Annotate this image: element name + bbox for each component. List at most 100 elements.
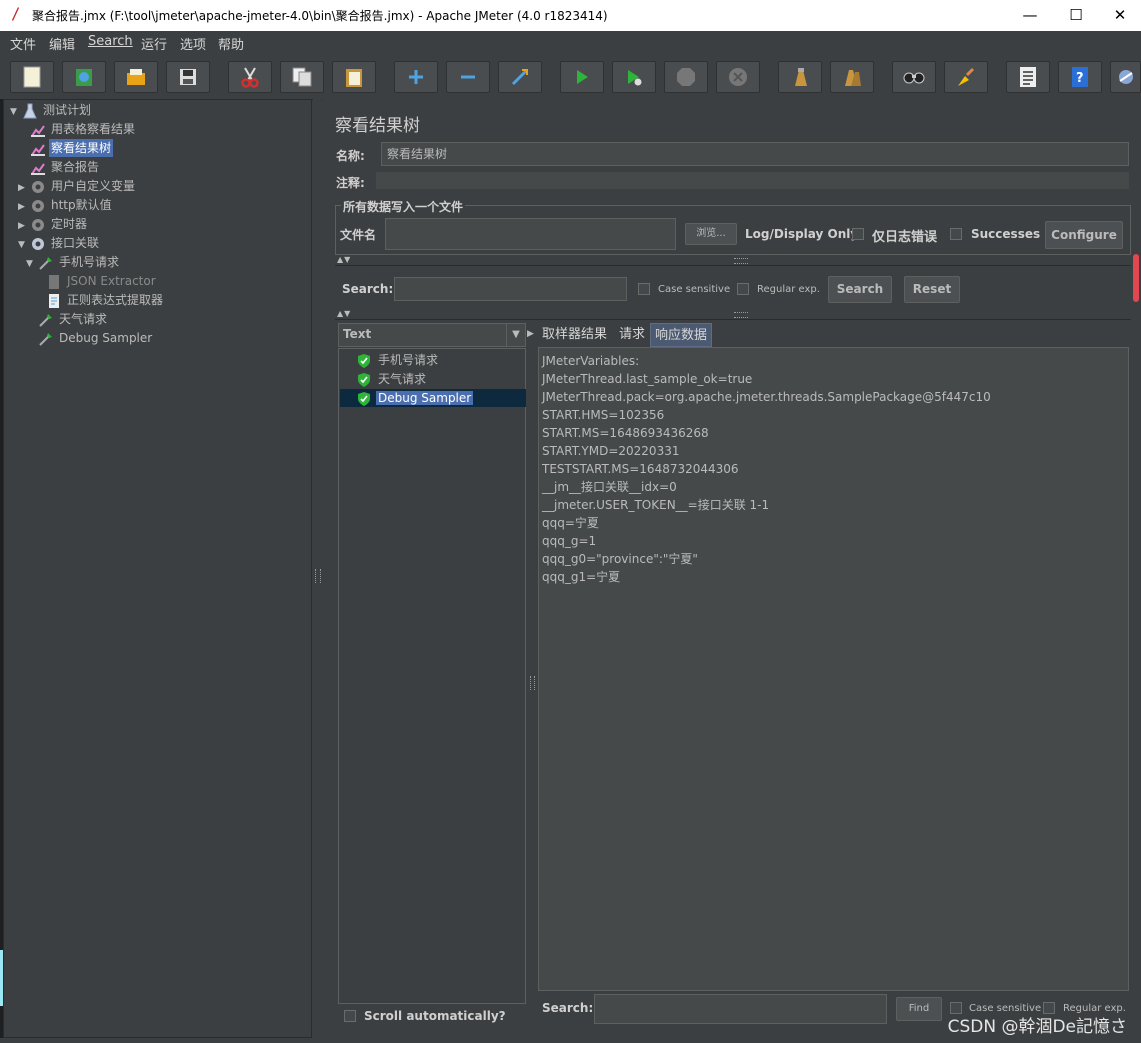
scroll-indicator[interactable]: [1133, 254, 1139, 302]
result-item[interactable]: 天气请求: [357, 370, 428, 388]
main-splitter[interactable]: [313, 99, 321, 1038]
clear-button[interactable]: [778, 61, 822, 93]
help-button[interactable]: ?: [1058, 61, 1102, 93]
paste-button[interactable]: [332, 61, 376, 93]
tree-node-aggregate-report[interactable]: 聚合报告: [30, 158, 101, 176]
expand-arrow-icon[interactable]: ▶: [527, 329, 534, 339]
errors-only-label: 仅日志错误: [872, 230, 938, 245]
response-line: START.MS=1648693436268: [542, 426, 709, 440]
clear-icon: [795, 68, 807, 86]
response-line: START.HMS=102356: [542, 408, 665, 422]
menu-edit[interactable]: 编辑: [49, 34, 75, 53]
scroll-auto-checkbox[interactable]: [344, 1010, 356, 1022]
collapse-arrow-icon[interactable]: ▼: [26, 255, 38, 273]
split-grip-icon[interactable]: [734, 258, 748, 264]
start-button[interactable]: [560, 61, 604, 93]
menu-file[interactable]: 文件: [10, 34, 36, 53]
regex-checkbox[interactable]: [737, 283, 749, 295]
search-input[interactable]: [394, 277, 627, 301]
search-button-toolbar[interactable]: [892, 61, 936, 93]
scroll-auto-label: Scroll automatically?: [364, 1009, 506, 1023]
tree-node-debug-sampler[interactable]: Debug Sampler: [38, 329, 154, 347]
tab-sampler-result[interactable]: 取样器结果: [538, 323, 611, 347]
expand-all-button[interactable]: [394, 61, 438, 93]
errors-only-checkbox[interactable]: [852, 228, 864, 240]
result-item[interactable]: 手机号请求: [357, 351, 440, 369]
tree-node-timer[interactable]: ▶ 定时器: [18, 215, 89, 233]
split-arrows-icon[interactable]: ▲▼: [337, 255, 351, 264]
tree-node-json-extractor[interactable]: JSON Extractor: [46, 272, 158, 290]
result-item-selected[interactable]: Debug Sampler: [340, 389, 526, 407]
reset-search-button[interactable]: [944, 61, 988, 93]
open-button[interactable]: [114, 61, 158, 93]
filename-label: 文件名: [340, 228, 377, 242]
templates-button[interactable]: [62, 61, 106, 93]
tree-node-view-results-in-table[interactable]: 用表格察看结果: [30, 120, 137, 138]
maximize-button[interactable]: ☐: [1053, 0, 1099, 31]
expand-icon: [409, 70, 423, 84]
remote-start-button[interactable]: [1110, 61, 1141, 93]
configure-button[interactable]: Configure: [1045, 221, 1123, 249]
comment-field[interactable]: [376, 172, 1129, 189]
close-button[interactable]: ✕: [1097, 0, 1141, 31]
tab-response-data[interactable]: 响应数据: [650, 323, 713, 347]
tree-node-interface-association[interactable]: ▼ 接口关联: [18, 234, 101, 252]
tab-request[interactable]: 请求: [615, 323, 649, 347]
name-field[interactable]: 察看结果树: [381, 142, 1129, 166]
response-search-input[interactable]: [594, 994, 887, 1024]
expand-arrow-icon[interactable]: ▶: [18, 179, 30, 197]
expand-arrow-icon[interactable]: ▶: [18, 198, 30, 216]
response-data-text[interactable]: JMeterVariables: JMeterThread.last_sampl…: [538, 347, 1129, 991]
splitter-grip-icon: [530, 676, 535, 690]
tree-node-user-defined-variables[interactable]: ▶ 用户自定义变量: [18, 177, 137, 195]
menu-search[interactable]: Search: [88, 34, 133, 49]
start-icon: [577, 70, 588, 84]
shutdown-button[interactable]: [716, 61, 760, 93]
window-title: 聚合报告.jmx (F:\tool\jmeter\apache-jmeter-4…: [32, 9, 608, 23]
sample-result-list: 手机号请求 天气请求 Debug Sampler: [338, 348, 526, 1004]
menu-run[interactable]: 运行: [141, 34, 167, 53]
toggle-button[interactable]: [498, 61, 542, 93]
renderer-select[interactable]: Text ▼: [338, 323, 526, 347]
results-splitter[interactable]: [527, 348, 537, 1004]
copy-button[interactable]: [280, 61, 324, 93]
splitter-grip-icon: [315, 569, 321, 583]
tree-node-test-plan[interactable]: ▼ 测试计划: [10, 101, 93, 119]
stop-button[interactable]: [664, 61, 708, 93]
collapse-all-button[interactable]: [446, 61, 490, 93]
case-sensitive-checkbox[interactable]: [638, 283, 650, 295]
successes-checkbox[interactable]: [950, 228, 962, 240]
tree-label: 手机号请求: [59, 255, 120, 269]
tree-node-regex-extractor[interactable]: 正则表达式提取器: [46, 291, 165, 309]
filename-input[interactable]: [385, 218, 676, 250]
search-button[interactable]: Search: [828, 276, 892, 303]
start-no-pauses-button[interactable]: [612, 61, 656, 93]
cut-button[interactable]: [228, 61, 272, 93]
response-line: JMeterVariables:: [542, 354, 640, 368]
gear-icon: [32, 180, 44, 193]
collapse-arrow-icon[interactable]: ▼: [10, 103, 22, 121]
tree-node-phone-request[interactable]: ▼ 手机号请求: [26, 253, 121, 271]
sampler-icon: [39, 332, 52, 346]
chevron-down-icon[interactable]: ▼: [506, 324, 525, 346]
menu-help[interactable]: 帮助: [218, 34, 244, 53]
tree-label: Debug Sampler: [59, 331, 153, 345]
split-arrows-icon[interactable]: ▲▼: [337, 309, 351, 318]
function-helper-button[interactable]: [1006, 61, 1050, 93]
tree-node-http-defaults[interactable]: ▶ http默认值: [18, 196, 114, 214]
clear-all-button[interactable]: [830, 61, 874, 93]
reset-button[interactable]: Reset: [904, 276, 960, 303]
minimize-button[interactable]: —: [1007, 0, 1053, 31]
tree-node-view-results-tree[interactable]: 察看结果树: [30, 139, 114, 157]
log-display-only-label: Log/Display Only:: [745, 227, 863, 241]
browse-button[interactable]: 浏览...: [685, 223, 737, 245]
expand-arrow-icon[interactable]: ▶: [18, 217, 30, 235]
save-button[interactable]: [166, 61, 210, 93]
divider: [335, 319, 1131, 320]
tree-node-weather-request[interactable]: 天气请求: [38, 310, 109, 328]
menu-options[interactable]: 选项: [180, 34, 206, 53]
split-grip-icon[interactable]: [734, 312, 748, 318]
find-button[interactable]: Find: [896, 997, 942, 1021]
collapse-arrow-icon[interactable]: ▼: [18, 236, 30, 254]
new-button[interactable]: [10, 61, 54, 93]
